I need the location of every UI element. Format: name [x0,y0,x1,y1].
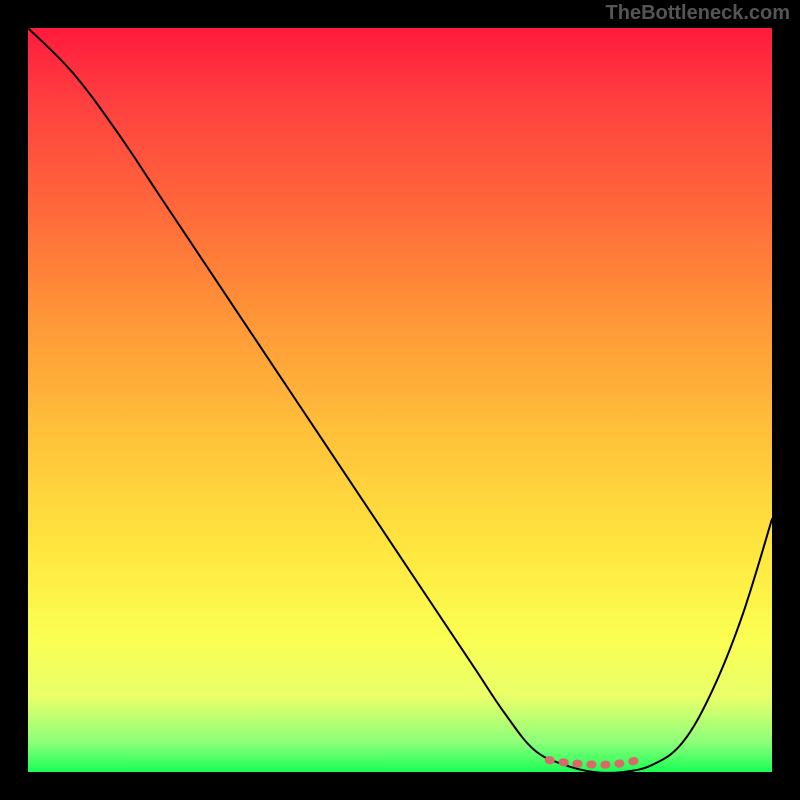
bottleneck-curve [28,28,772,773]
plot-area [28,28,772,772]
watermark-text: TheBottleneck.com [606,2,790,25]
chart-frame: TheBottleneck.com [0,0,800,800]
optimal-flat-segment [549,760,638,765]
curve-layer [28,28,772,772]
